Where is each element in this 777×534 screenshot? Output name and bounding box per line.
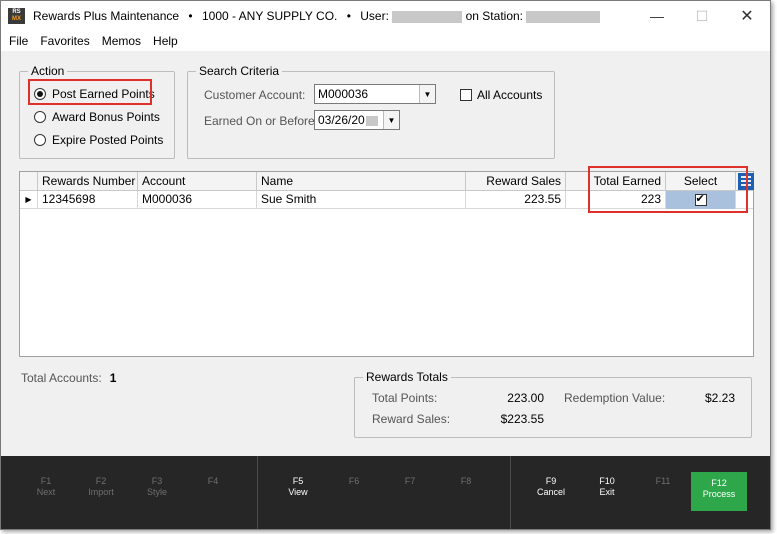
column-header-name[interactable]: Name bbox=[257, 172, 466, 191]
menu-bar: File Favorites Memos Help bbox=[1, 31, 770, 51]
cell-reward-sales[interactable]: 223.55 bbox=[466, 191, 566, 209]
f1-next-button[interactable]: F1 Next bbox=[18, 476, 74, 512]
post-earned-points-highlight bbox=[28, 79, 152, 105]
earned-on-date-picker[interactable]: 03/26/20 ▼ bbox=[314, 110, 400, 130]
radio-award-bonus-points[interactable]: Award Bonus Points bbox=[34, 110, 160, 124]
all-accounts-checkbox[interactable] bbox=[460, 89, 472, 101]
search-criteria-legend: Search Criteria bbox=[196, 64, 283, 78]
menu-file[interactable]: File bbox=[3, 31, 34, 51]
user-redacted bbox=[392, 10, 463, 23]
total-points-label: Total Points: bbox=[372, 391, 438, 405]
menu-memos[interactable]: Memos bbox=[96, 31, 147, 51]
customer-account-combo[interactable]: M000036 ▼ bbox=[314, 84, 436, 104]
fkey-separator bbox=[257, 456, 258, 529]
row-indicator-header bbox=[20, 172, 38, 191]
f12-process-button[interactable]: F12 Process bbox=[691, 472, 747, 511]
date-redacted bbox=[365, 115, 378, 126]
radio-expire-posted-points-circle[interactable] bbox=[34, 134, 46, 146]
rewards-totals-group: Rewards Totals Total Points: 223.00 Rede… bbox=[354, 370, 752, 438]
radio-award-bonus-points-label: Award Bonus Points bbox=[52, 110, 160, 124]
app-name: Rewards Plus Maintenance bbox=[33, 9, 180, 23]
user-label: User: bbox=[360, 9, 389, 23]
f4-button[interactable]: F4 bbox=[185, 476, 241, 512]
all-accounts-checkbox-row[interactable]: All Accounts bbox=[460, 88, 542, 102]
current-row-arrow-icon: ▶ bbox=[20, 191, 38, 209]
reward-sales-label: Reward Sales: bbox=[372, 412, 451, 426]
radio-expire-posted-points-label: Expire Posted Points bbox=[52, 133, 164, 147]
cell-name[interactable]: Sue Smith bbox=[257, 191, 466, 209]
redemption-value-label: Redemption Value: bbox=[564, 391, 666, 405]
action-legend: Action bbox=[28, 64, 68, 78]
calendar-dropdown-icon[interactable]: ▼ bbox=[383, 111, 399, 129]
total-accounts-value: 1 bbox=[109, 371, 117, 385]
maximize-icon[interactable]: ☐ bbox=[679, 1, 725, 31]
window-title: Rewards Plus Maintenance • 1000 - ANY SU… bbox=[33, 9, 601, 23]
title-bar: RS MX Rewards Plus Maintenance • 1000 - A… bbox=[1, 1, 770, 31]
company-name: 1000 - ANY SUPPLY CO. bbox=[201, 9, 338, 23]
cell-account[interactable]: M000036 bbox=[138, 191, 257, 209]
redemption-value-value: $2.23 bbox=[704, 391, 735, 405]
column-header-account[interactable]: Account bbox=[138, 172, 257, 191]
f3-style-button[interactable]: F3 Style bbox=[129, 476, 185, 512]
total-earned-select-highlight bbox=[588, 166, 748, 213]
chevron-down-icon[interactable]: ▼ bbox=[419, 85, 435, 103]
earned-on-label: Earned On or Before: bbox=[204, 114, 319, 128]
function-key-bar: F1 Next F2 Import F3 Style F4 F5 View F6 F7 … bbox=[1, 456, 770, 529]
close-icon[interactable]: ✕ bbox=[724, 1, 770, 31]
station-label: on Station: bbox=[465, 9, 523, 23]
total-accounts: Total Accounts: 1 bbox=[21, 371, 116, 385]
customer-account-value[interactable]: M000036 bbox=[315, 87, 419, 101]
f9-cancel-button[interactable]: F9 Cancel bbox=[523, 476, 579, 512]
radio-award-bonus-points-circle[interactable] bbox=[34, 111, 46, 123]
f11-button[interactable]: F11 bbox=[635, 476, 691, 512]
station-redacted bbox=[526, 10, 601, 23]
fkey-separator bbox=[510, 456, 511, 529]
f8-button[interactable]: F8 bbox=[438, 476, 494, 512]
f2-import-button[interactable]: F2 Import bbox=[73, 476, 129, 512]
total-accounts-label: Total Accounts: bbox=[21, 371, 102, 385]
rewards-plus-maintenance-window: RS MX Rewards Plus Maintenance • 1000 - A… bbox=[0, 0, 771, 530]
search-criteria-group: Search Criteria Customer Account: M00003… bbox=[187, 64, 555, 159]
menu-help[interactable]: Help bbox=[147, 31, 184, 51]
reward-sales-value: $223.55 bbox=[500, 412, 544, 426]
customer-account-label: Customer Account: bbox=[204, 88, 306, 102]
rewards-totals-legend: Rewards Totals bbox=[363, 370, 451, 384]
app-logo: RS MX bbox=[8, 8, 25, 24]
all-accounts-label: All Accounts bbox=[477, 88, 543, 102]
menu-favorites[interactable]: Favorites bbox=[34, 31, 95, 51]
f5-view-button[interactable]: F5 View bbox=[270, 476, 326, 512]
column-header-reward-sales[interactable]: Reward Sales bbox=[466, 172, 566, 191]
total-points-value: 223.00 bbox=[507, 391, 544, 405]
f10-exit-button[interactable]: F10 Exit bbox=[579, 476, 635, 512]
column-header-rewards-number[interactable]: Rewards Number bbox=[38, 172, 138, 191]
f6-button[interactable]: F6 bbox=[326, 476, 382, 512]
cell-rewards-number[interactable]: 12345698 bbox=[38, 191, 138, 209]
radio-expire-posted-points[interactable]: Expire Posted Points bbox=[34, 133, 163, 147]
minimize-icon[interactable]: — bbox=[634, 1, 680, 31]
earned-on-date-value[interactable]: 03/26/20 bbox=[315, 113, 383, 127]
f7-button[interactable]: F7 bbox=[382, 476, 438, 512]
